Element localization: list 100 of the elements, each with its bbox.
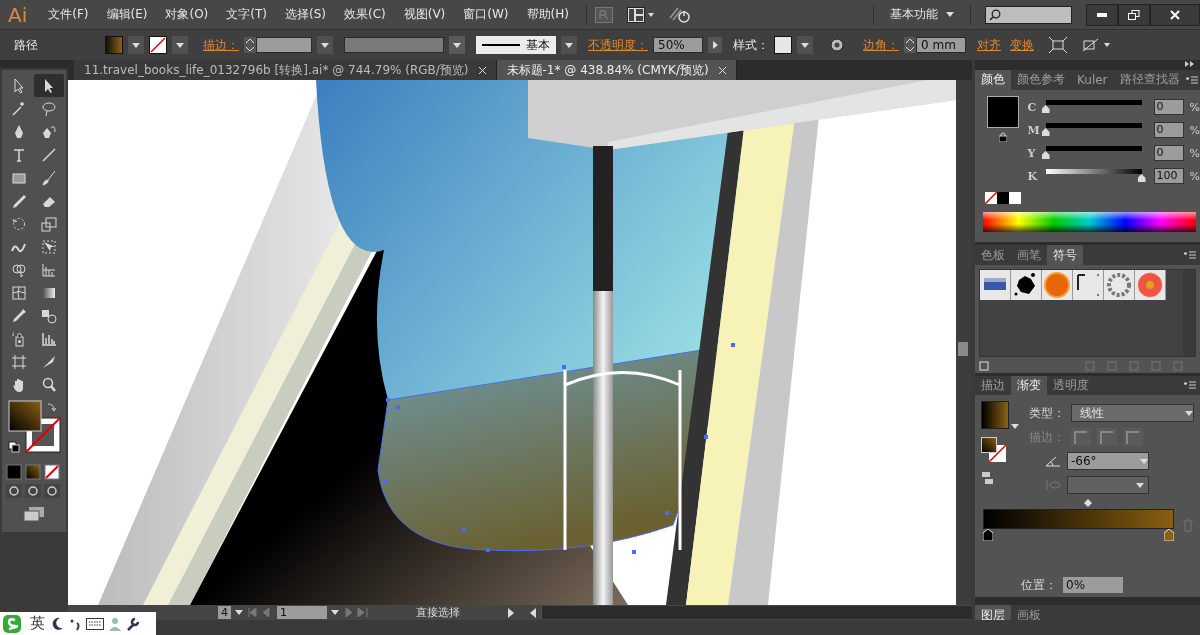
flower-symbol-icon[interactable] [1135, 270, 1166, 301]
gradient-preview[interactable] [981, 401, 1009, 430]
menu-item[interactable]: 窗口(W) [454, 6, 518, 23]
channel-value-field[interactable]: 0 [1153, 122, 1184, 139]
round-button-symbol-icon[interactable] [1042, 270, 1073, 301]
channel-slider[interactable] [1045, 123, 1142, 138]
panel-menu-icon[interactable] [1184, 381, 1196, 390]
panel-tab[interactable]: 颜色参考 [1011, 69, 1071, 90]
none-mode-icon[interactable] [44, 464, 60, 480]
caret-icon[interactable] [565, 42, 573, 48]
caret-icon[interactable] [946, 12, 954, 17]
input-method-logo-icon[interactable] [3, 614, 21, 633]
channel-value-field[interactable]: 0 [1153, 99, 1184, 116]
menu-item[interactable]: 效果(C) [334, 6, 395, 23]
caret-icon[interactable] [453, 42, 461, 48]
none-swatch-icon[interactable] [985, 191, 997, 204]
moon-icon[interactable] [50, 616, 64, 631]
angle-field[interactable]: -66° [1067, 452, 1149, 471]
color-spectrum[interactable] [983, 211, 1196, 232]
document-tab[interactable]: 11.travel_books_life_0132796b [转换].ai* @ 744.79% (RGB/预览) [74, 60, 497, 80]
channel-value-field[interactable]: 0 [1153, 145, 1184, 162]
frame-symbol-icon[interactable] [1073, 270, 1104, 301]
language-mode[interactable]: 英 [30, 614, 45, 633]
isolate-icon[interactable] [1049, 37, 1067, 53]
panel-tab[interactable]: 画笔 [1011, 245, 1047, 266]
draw-mode-icon[interactable] [25, 484, 41, 498]
caret-icon[interactable] [1136, 482, 1144, 488]
screen-mode-icon[interactable] [23, 506, 45, 522]
menu-item[interactable]: 帮助(H) [517, 6, 578, 23]
close-icon[interactable] [478, 66, 486, 74]
swatch[interactable] [997, 191, 1009, 204]
gradient-mode-icon[interactable] [25, 464, 41, 480]
swatch[interactable] [1009, 191, 1021, 204]
panel-tab[interactable]: 图层 [975, 605, 1011, 620]
menu-item[interactable]: 编辑(E) [97, 6, 157, 23]
type-dropdown[interactable]: 线性 [1071, 404, 1194, 423]
opacity-link[interactable]: 不透明度： [588, 36, 648, 54]
caret-icon[interactable] [331, 610, 339, 615]
location-field[interactable]: 0% [1063, 577, 1123, 594]
menu-item[interactable]: 视图(V) [394, 6, 455, 23]
opacity-field[interactable]: 50% [653, 37, 703, 53]
tool-button[interactable] [34, 74, 64, 97]
minimize-button[interactable] [1086, 3, 1118, 26]
stroke-none-swatch[interactable] [149, 36, 167, 54]
menu-item[interactable]: 文件(F) [39, 6, 98, 23]
menu-item[interactable]: 文字(T) [217, 6, 276, 23]
caret-icon[interactable] [1011, 424, 1019, 430]
style-swatch[interactable] [774, 36, 792, 54]
close-button[interactable] [1150, 3, 1200, 26]
stroke-link[interactable]: 描边： [203, 36, 239, 54]
panel-tab[interactable]: 颜色 [975, 69, 1011, 90]
align-link[interactable]: 对齐 [977, 36, 1001, 54]
ring-symbol-icon[interactable] [1104, 270, 1135, 301]
page-field[interactable]: 1 [277, 606, 327, 619]
gradient-stop-icon[interactable] [983, 529, 993, 542]
workspace-switcher[interactable]: 基本功能 [890, 6, 938, 23]
caret-icon[interactable] [801, 42, 809, 48]
mask-icon[interactable] [1082, 37, 1112, 53]
play-icon[interactable] [507, 607, 515, 618]
caret-icon[interactable] [235, 610, 243, 615]
zoom-field[interactable]: 4 [218, 606, 231, 619]
channel-slider[interactable] [1045, 100, 1142, 115]
fill-stroke-icon[interactable] [981, 437, 1007, 464]
ink-splat-symbol-icon[interactable] [1011, 270, 1042, 301]
brush-definition-field[interactable]: 基本 [476, 36, 556, 54]
caret-icon[interactable] [176, 42, 184, 48]
banner-symbol-icon[interactable] [980, 270, 1011, 301]
play-icon[interactable] [708, 37, 722, 53]
horizontal-scrollbar[interactable] [541, 606, 972, 619]
caret-icon[interactable] [321, 42, 329, 48]
panel-menu-icon[interactable] [1185, 75, 1198, 84]
channel-slider[interactable] [1045, 146, 1142, 161]
color-mode-icon[interactable] [6, 464, 22, 480]
corner-link[interactable]: 边角： [863, 36, 899, 54]
stepper-icon[interactable] [244, 37, 256, 53]
corner-field[interactable]: 0 mm [916, 37, 966, 53]
panel-menu-icon[interactable] [1184, 251, 1196, 260]
keyboard-icon[interactable] [86, 617, 104, 630]
fill-swatch[interactable] [105, 36, 123, 54]
channel-value-field[interactable]: 100 [1153, 168, 1184, 185]
draw-mode-icon[interactable] [6, 484, 22, 498]
globe-icon[interactable] [830, 38, 844, 52]
panel-tab[interactable]: 符号 [1047, 245, 1083, 266]
symbol-scrollbar[interactable] [1183, 270, 1195, 357]
variable-width-field[interactable] [344, 37, 444, 53]
panel-tab[interactable]: 渐变 [1011, 375, 1047, 396]
restore-button[interactable] [1118, 3, 1150, 26]
stroke-weight-field[interactable] [256, 37, 312, 53]
close-icon[interactable] [718, 66, 726, 74]
panel-tab[interactable]: 描边 [975, 375, 1011, 396]
draw-mode-icon[interactable] [44, 484, 60, 498]
panel-tab[interactable]: 画板 [1011, 605, 1047, 620]
transform-link[interactable]: 变换 [1010, 36, 1034, 54]
stepper-icon[interactable] [904, 37, 916, 53]
panel-tab[interactable]: Kuler [1071, 69, 1114, 90]
caret-icon[interactable] [1185, 410, 1193, 416]
color-swatch[interactable] [987, 95, 1020, 128]
panel-tab[interactable]: 路径查找器 [1113, 69, 1186, 90]
panel-tab[interactable]: 透明度 [1047, 375, 1095, 396]
search-field[interactable] [985, 5, 1072, 24]
